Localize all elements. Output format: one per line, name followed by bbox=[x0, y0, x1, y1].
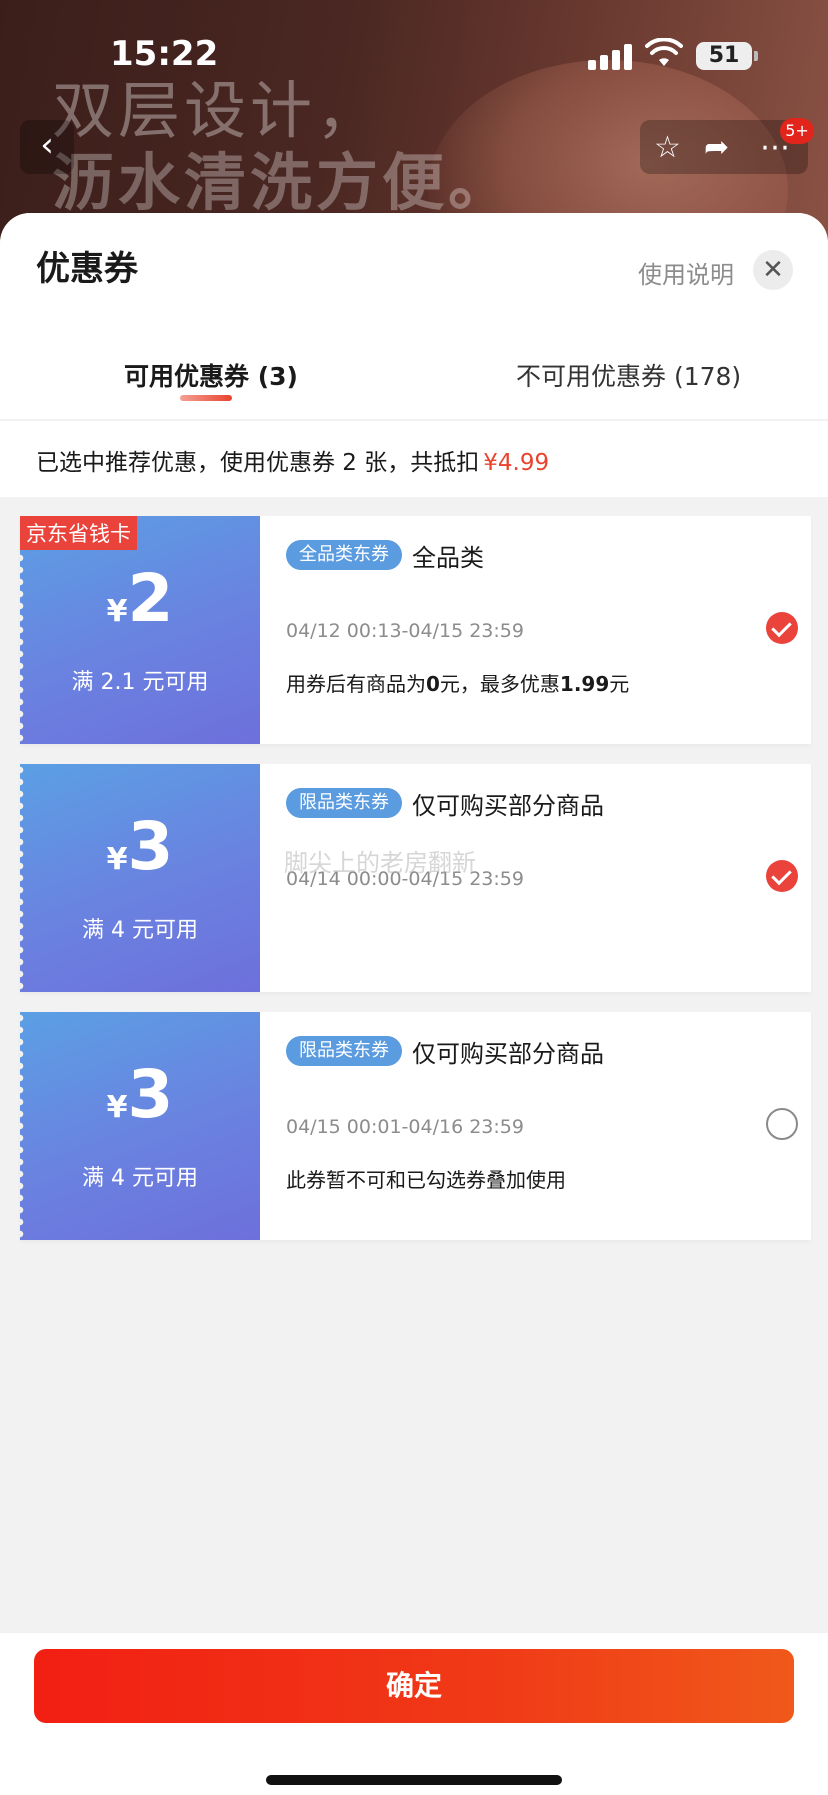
selection-summary: 已选中推荐优惠，使用优惠券 2 张，共抵扣 ¥4.99 bbox=[0, 420, 828, 497]
coupon-type-chip: 限品类东券 bbox=[286, 788, 402, 818]
coupon-name: 仅可购买部分商品 bbox=[412, 792, 604, 820]
coupon-currency: ¥ bbox=[106, 1090, 128, 1125]
confirm-button[interactable]: 确定 bbox=[34, 1649, 794, 1723]
sheet-title: 优惠券 bbox=[36, 249, 138, 289]
coupon-amount-panel: ¥2 满 2.1 元可用 京东省钱卡 bbox=[20, 516, 260, 744]
tab-indicator bbox=[180, 395, 232, 401]
savings-card-badge: 京东省钱卡 bbox=[20, 516, 137, 550]
coupon-type-chip: 全品类东券 bbox=[286, 540, 402, 570]
tab-available-coupons[interactable]: 可用优惠券 (3) bbox=[124, 357, 298, 393]
status-bar: 15:22 51 bbox=[0, 0, 828, 110]
sheet-header: 优惠券 使用说明 ✕ 可用优惠券 (3) 不可用优惠券 (178) bbox=[0, 213, 828, 419]
coupon-currency: ¥ bbox=[106, 842, 128, 877]
coupon-amount: 2 bbox=[127, 560, 174, 637]
coupon-note: 此券暂不可和已勾选券叠加使用 bbox=[286, 1168, 566, 1192]
status-time: 15:22 bbox=[110, 34, 219, 74]
back-button[interactable]: ‹ bbox=[20, 120, 74, 174]
watermark-text: 脚尖上的老房翻新 bbox=[284, 849, 476, 877]
notification-badge: 5+ bbox=[780, 118, 814, 144]
coupon-sheet: 优惠券 使用说明 ✕ 可用优惠券 (3) 不可用优惠券 (178) 已选中推荐优… bbox=[0, 213, 828, 1795]
coupon-validity: 04/12 00:13-04/15 23:59 bbox=[286, 620, 524, 642]
summary-text: 已选中推荐优惠，使用优惠券 2 张，共抵扣 bbox=[36, 450, 480, 476]
coupon-card[interactable]: ¥2 满 2.1 元可用 京东省钱卡 全品类东券 全品类 04/12 00:13… bbox=[20, 516, 811, 744]
coupon-validity: 04/15 00:01-04/16 23:59 bbox=[286, 1116, 524, 1138]
coupon-condition: 满 2.1 元可用 bbox=[71, 670, 209, 695]
coupon-details: 限品类东券 仅可购买部分商品 04/15 00:01-04/16 23:59 此… bbox=[286, 1012, 766, 1240]
chevron-left-icon: ‹ bbox=[40, 125, 54, 165]
summary-amount: ¥4.99 bbox=[483, 450, 550, 476]
close-button[interactable]: ✕ bbox=[753, 250, 793, 290]
coupon-name: 全品类 bbox=[412, 544, 484, 572]
coupon-condition: 满 4 元可用 bbox=[82, 918, 198, 943]
usage-instructions-link[interactable]: 使用说明 bbox=[638, 255, 734, 290]
home-indicator bbox=[266, 1775, 562, 1785]
coupon-amount-panel: ¥3 满 4 元可用 bbox=[20, 764, 260, 992]
share-icon[interactable]: ➦ bbox=[704, 130, 729, 165]
product-image-text-line2: 沥水清洗方便。 bbox=[52, 146, 515, 219]
coupon-card[interactable]: ¥3 满 4 元可用 限品类东券 仅可购买部分商品 04/15 00:01-04… bbox=[20, 1012, 811, 1240]
coupon-details: 限品类东券 仅可购买部分商品 04/14 00:00-04/15 23:59 bbox=[286, 764, 766, 992]
coupon-type-chip: 限品类东券 bbox=[286, 1036, 402, 1066]
tab-unavailable-coupons[interactable]: 不可用优惠券 (178) bbox=[516, 357, 741, 393]
footer-bar: 确定 bbox=[0, 1633, 828, 1795]
cellular-signal-icon bbox=[588, 44, 632, 70]
coupon-currency: ¥ bbox=[106, 594, 128, 629]
coupon-name: 仅可购买部分商品 bbox=[412, 1040, 604, 1068]
coupon-card[interactable]: ¥3 满 4 元可用 限品类东券 仅可购买部分商品 04/14 00:00-04… bbox=[20, 764, 811, 992]
coupon-checkbox-unchecked[interactable] bbox=[766, 1108, 798, 1140]
coupon-details: 全品类东券 全品类 04/12 00:13-04/15 23:59 用券后有商品… bbox=[286, 516, 766, 744]
coupon-amount-panel: ¥3 满 4 元可用 bbox=[20, 1012, 260, 1240]
coupon-amount: 3 bbox=[127, 808, 174, 885]
wifi-icon bbox=[645, 38, 683, 66]
battery-icon: 51 bbox=[696, 42, 758, 70]
coupon-condition: 满 4 元可用 bbox=[82, 1166, 198, 1191]
coupon-amount: 3 bbox=[127, 1056, 174, 1133]
star-icon[interactable]: ☆ bbox=[654, 130, 681, 165]
close-icon: ✕ bbox=[762, 255, 784, 285]
coupon-checkbox-checked[interactable] bbox=[766, 860, 798, 892]
coupon-note: 用券后有商品为0元，最多优惠1.99元 bbox=[286, 672, 630, 696]
coupon-checkbox-checked[interactable] bbox=[766, 612, 798, 644]
